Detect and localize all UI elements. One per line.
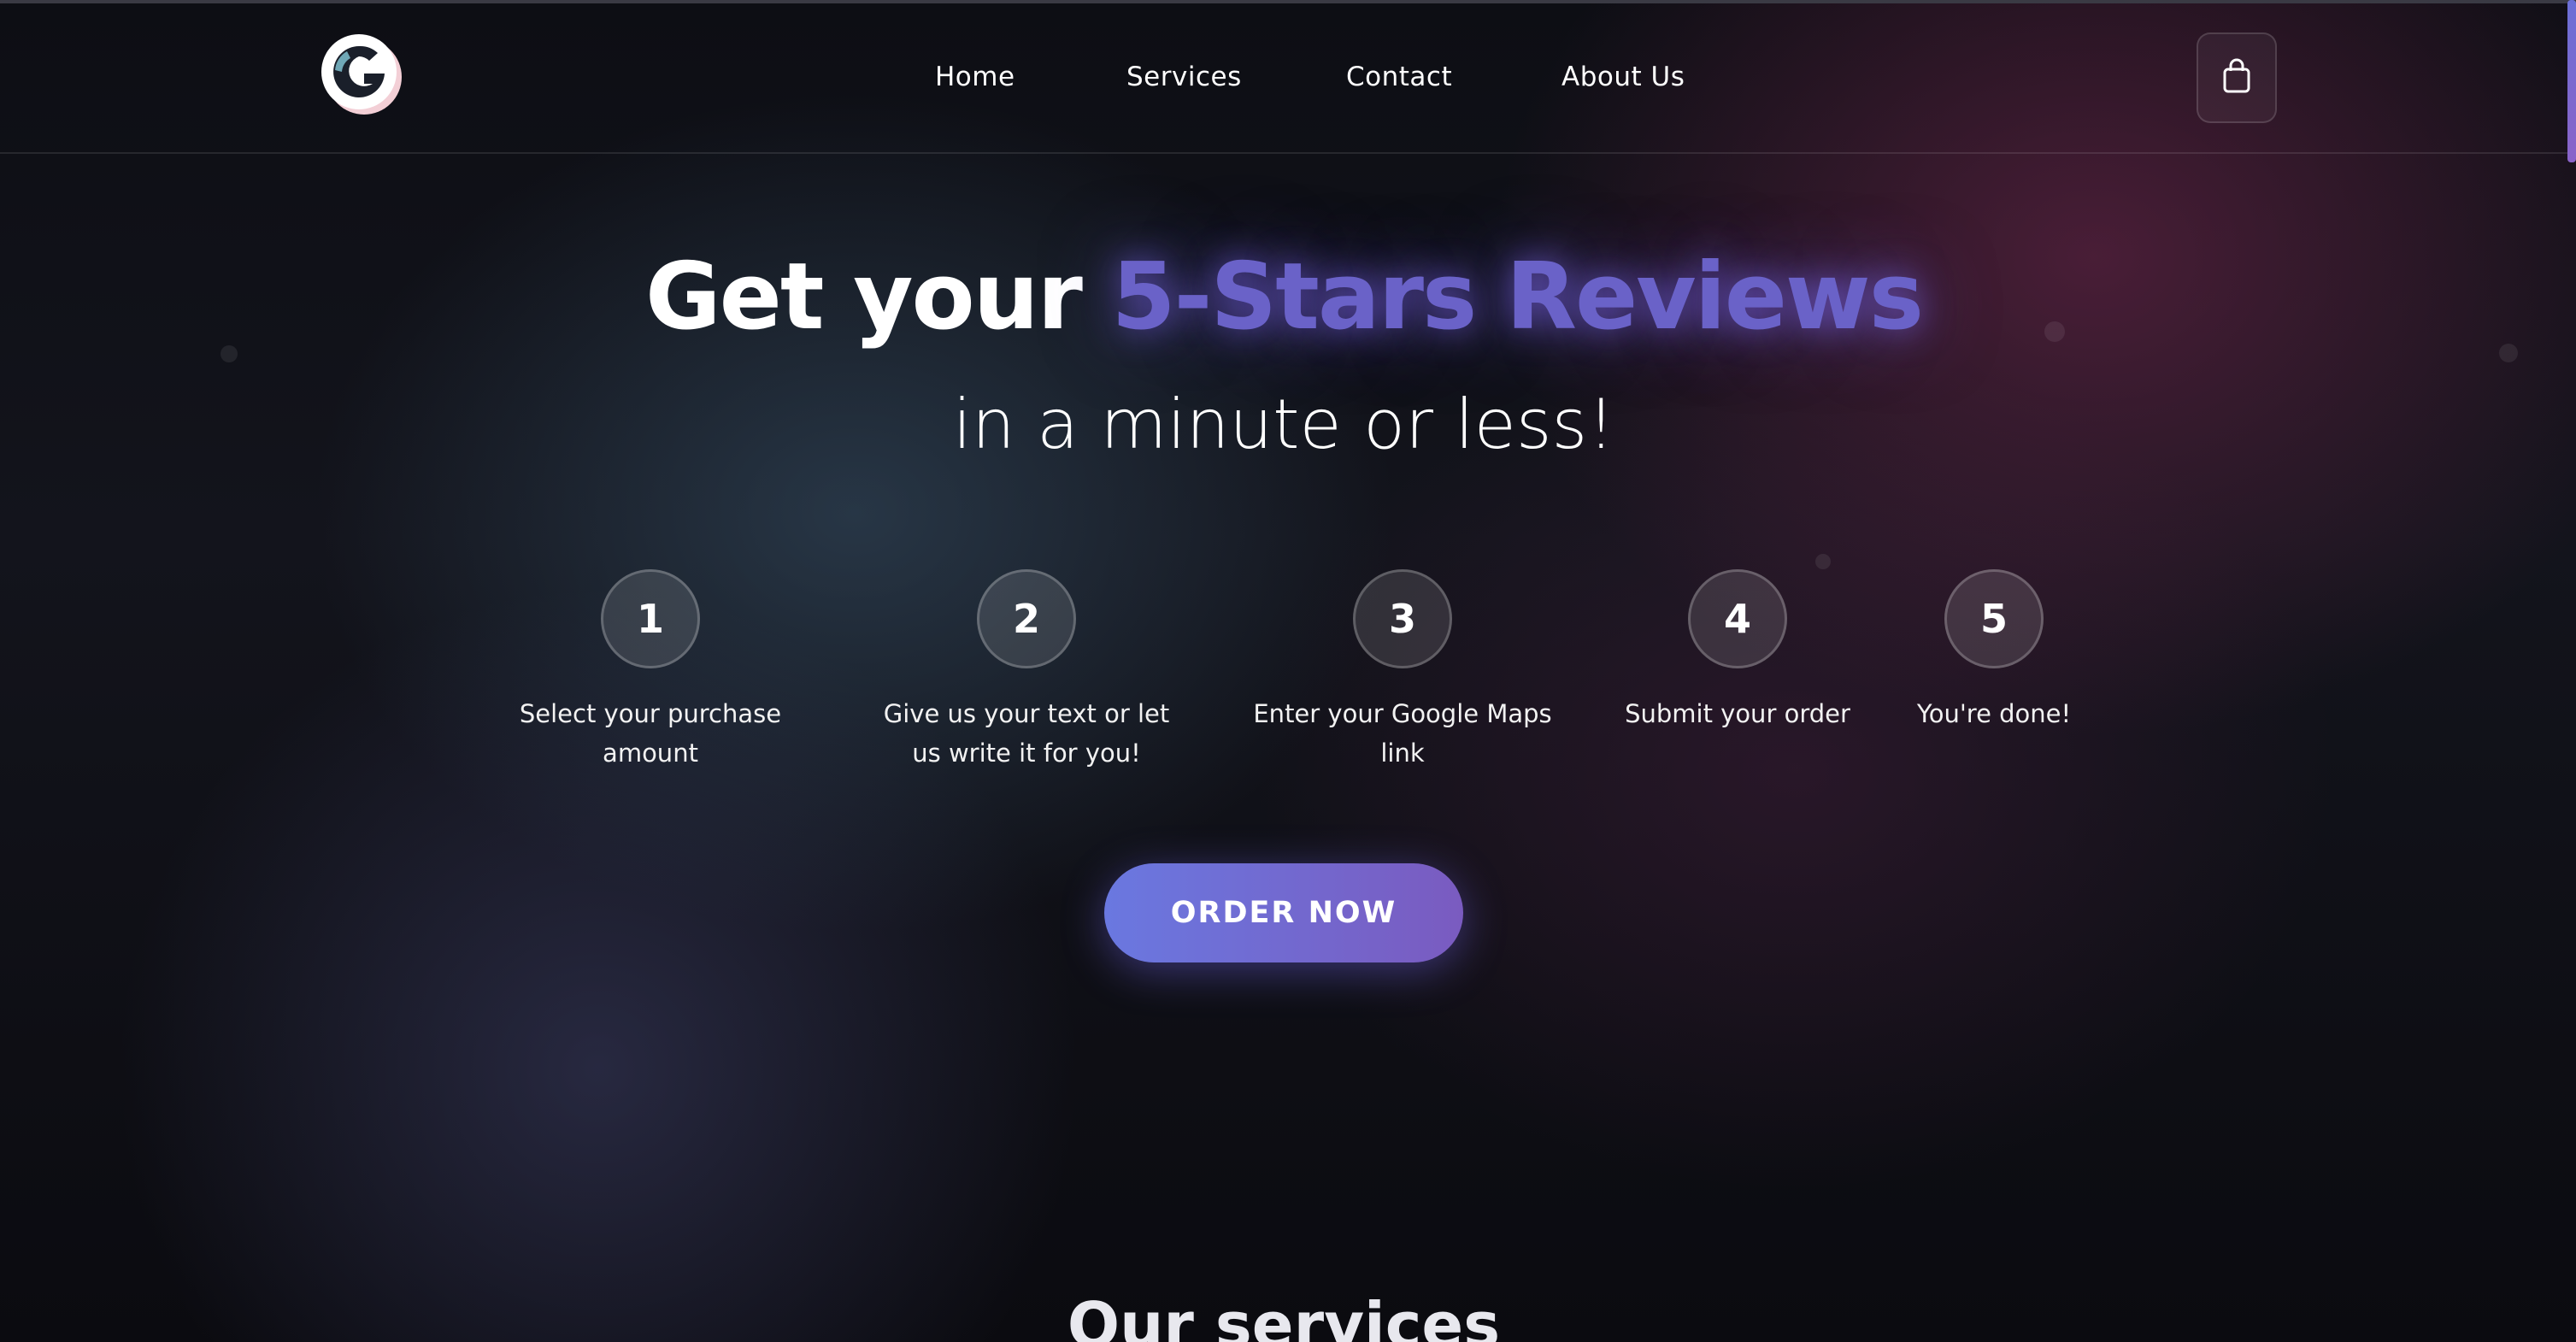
step-1: 1 Select your purchase amount [497, 569, 804, 773]
step-number-badge: 5 [1944, 569, 2044, 668]
step-2: 2 Give us your text or let us write it f… [873, 569, 1180, 773]
nav-services[interactable]: Services [1126, 62, 1242, 92]
order-now-button[interactable]: ORDER NOW [1104, 863, 1463, 962]
services-heading: Our services [1067, 1289, 1501, 1342]
step-label: Select your purchase amount [519, 699, 782, 768]
hero-title: Get your 5-Stars Reviews [0, 244, 2567, 350]
background-dot [1815, 554, 1831, 569]
hero-title-accent: 5-Stars Reviews [1111, 244, 1924, 350]
step-number-badge: 4 [1688, 569, 1787, 668]
cart-button[interactable] [2197, 32, 2277, 123]
page: G Home Services Contact About Us Get you… [0, 0, 2576, 1342]
nav-home[interactable]: Home [935, 62, 1015, 92]
step-label: Enter your Google Maps link [1253, 699, 1552, 768]
step-number-badge: 1 [601, 569, 700, 668]
main-nav: Home Services Contact About Us [0, 3, 2567, 152]
scrollbar-thumb[interactable] [2567, 0, 2576, 162]
hero-title-plain: Get your [644, 244, 1112, 350]
step-3: 3 Enter your Google Maps link [1249, 569, 1556, 773]
step-number-badge: 2 [977, 569, 1076, 668]
step-number-badge: 3 [1353, 569, 1452, 668]
shopping-bag-icon [2221, 57, 2252, 98]
step-5: 5 You're done! [1840, 569, 2148, 733]
step-label: You're done! [1916, 699, 2072, 728]
nav-about-us[interactable]: About Us [1561, 62, 1685, 92]
hero-subtitle: in a minute or less! [952, 385, 1615, 464]
site-header: G Home Services Contact About Us [0, 3, 2567, 154]
step-label: Give us your text or let us write it for… [883, 699, 1170, 768]
nav-contact[interactable]: Contact [1346, 62, 1452, 92]
